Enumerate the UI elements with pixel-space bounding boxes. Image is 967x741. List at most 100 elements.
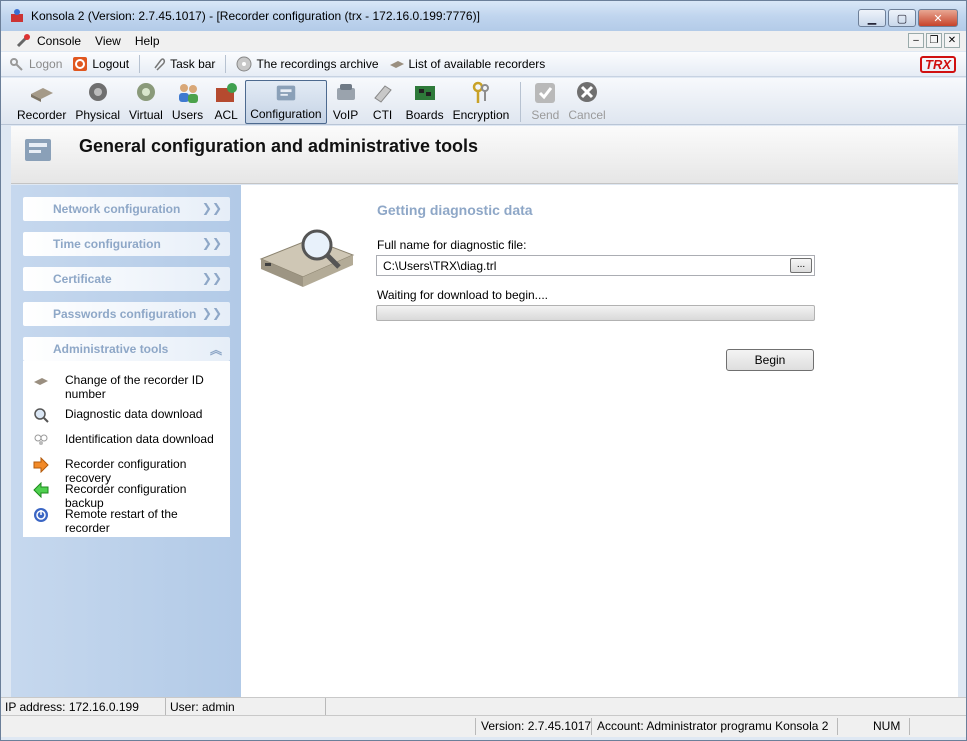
chevron-down-icon: ❯❯	[201, 236, 222, 250]
status-bar-bottom: Version: 2.7.45.1017 Account: Administra…	[1, 715, 966, 737]
chevron-up-icon: ︽	[209, 343, 222, 357]
cti-icon	[373, 85, 392, 103]
task-config-recovery[interactable]: Recorder configuration recovery	[33, 457, 223, 485]
logout-button[interactable]: Logout	[72, 56, 129, 72]
close-button[interactable]: ✕	[918, 9, 958, 27]
toolbar-users[interactable]: Users	[168, 80, 207, 124]
recorders-list-button[interactable]: List of available recorders	[389, 56, 545, 72]
virtual-speaker-icon	[136, 83, 155, 101]
mdi-minimize-button[interactable]: –	[908, 33, 924, 48]
sidebar-section-admin-tools[interactable]: Administrative tools ︽	[23, 337, 230, 361]
window-title: Konsola 2 (Version: 2.7.45.1017) - [Reco…	[31, 9, 480, 23]
chevron-down-icon: ❯❯	[201, 201, 222, 215]
ip-address-status: IP address: 172.16.0.199	[1, 698, 166, 715]
main-content: Getting diagnostic data Full name for di…	[241, 185, 958, 697]
app-icon	[11, 9, 23, 22]
mdi-restore-button[interactable]: ❐	[926, 33, 942, 48]
toolbar-boards[interactable]: Boards	[402, 80, 448, 124]
toolbar-virtual[interactable]: Virtual	[125, 80, 167, 124]
page-header: General configuration and administrative…	[11, 126, 958, 184]
sidebar-section-passwords[interactable]: Passwords configuration ❯❯	[23, 302, 230, 326]
restart-icon	[34, 508, 48, 522]
menu-help[interactable]: Help	[135, 34, 160, 48]
trx-logo: TRX	[920, 56, 956, 73]
sidebar-section-certificate[interactable]: Certificate ❯❯	[23, 267, 230, 291]
console-menu-icon	[16, 34, 30, 48]
task-remote-restart[interactable]: Remote restart of the recorder	[33, 507, 223, 535]
toolbar-cancel[interactable]: Cancel	[564, 80, 609, 124]
toolbar-recorder[interactable]: Recorder	[13, 80, 70, 124]
toolbar-configuration[interactable]: Configuration	[245, 80, 327, 124]
toolbar-physical[interactable]: Physical	[71, 80, 124, 124]
toolbar-cti[interactable]: CTI	[365, 80, 401, 124]
user-status: User: admin	[166, 698, 326, 715]
divider	[837, 718, 838, 735]
key-icon	[10, 58, 23, 71]
task-identification-download[interactable]: Identification data download	[33, 432, 223, 448]
divider	[591, 718, 592, 735]
title-bar: Konsola 2 (Version: 2.7.45.1017) - [Reco…	[1, 1, 966, 31]
task-diagnostic-download[interactable]: Diagnostic data download	[33, 407, 223, 423]
download-status-text: Waiting for download to begin....	[377, 288, 548, 302]
divider	[475, 718, 476, 735]
logon-button[interactable]: Logon	[9, 56, 62, 72]
download-progress-bar	[376, 305, 815, 321]
diagnostic-device-icon	[259, 229, 355, 287]
file-name-label: Full name for diagnostic file:	[377, 238, 527, 252]
menu-console[interactable]: Console	[37, 34, 81, 48]
speaker-icon	[88, 83, 107, 101]
divider	[909, 718, 910, 735]
num-lock-status: NUM	[873, 719, 901, 733]
firewall-icon	[216, 83, 238, 102]
task-config-backup[interactable]: Recorder configuration backup	[33, 482, 223, 510]
minimize-button[interactable]: ▁	[858, 9, 886, 27]
mdi-controls: – ❐ ✕	[908, 33, 960, 48]
status-bar-top: IP address: 172.16.0.199 User: admin	[1, 697, 966, 715]
diagnostic-file-input[interactable]: C:\Users\TRX\diag.trl	[376, 255, 815, 276]
chevron-down-icon: ❯❯	[201, 306, 222, 320]
identification-icon	[34, 434, 48, 445]
chevron-down-icon: ❯❯	[201, 271, 222, 285]
sidebar-section-network[interactable]: Network configuration ❯❯	[23, 197, 230, 221]
arrow-right-icon	[33, 457, 49, 473]
users-icon	[178, 84, 198, 103]
circuit-board-icon	[414, 86, 435, 100]
sidebar: Network configuration ❯❯ Time configurat…	[11, 185, 241, 697]
admin-tools-panel: Change of the recorder ID number Diagnos…	[23, 361, 230, 537]
separator	[520, 82, 522, 122]
browse-button[interactable]: ...	[790, 258, 812, 273]
task-change-recorder-id[interactable]: Change of the recorder ID number	[33, 373, 223, 401]
quick-bar: Logon Logout Task bar The recordings arc…	[1, 52, 966, 77]
cancel-icon	[577, 82, 598, 102]
checkmark-icon	[535, 83, 556, 103]
app-window: Konsola 2 (Version: 2.7.45.1017) - [Reco…	[0, 0, 967, 741]
keys-icon	[472, 81, 489, 103]
recorder-icon	[389, 61, 404, 68]
voip-phone-icon	[336, 84, 355, 100]
toolbar-send[interactable]: Send	[527, 80, 563, 124]
configuration-icon	[276, 85, 296, 101]
magnifier-icon	[34, 408, 49, 423]
version-status: Version: 2.7.45.1017	[481, 719, 592, 733]
menu-view[interactable]: View	[95, 34, 121, 48]
separator	[225, 55, 227, 73]
taskbar-button[interactable]: Task bar	[150, 56, 215, 72]
page-title: General configuration and administrative…	[79, 136, 479, 156]
account-status: Account: Administrator programu Konsola …	[597, 719, 829, 733]
separator	[139, 55, 141, 73]
toolbar-acl[interactable]: ACL	[208, 80, 244, 124]
window-controls: ▁ ▢ ✕	[858, 9, 958, 27]
section-title: Getting diagnostic data	[377, 202, 533, 218]
disc-icon	[236, 56, 252, 72]
maximize-button[interactable]: ▢	[888, 9, 916, 27]
recordings-archive-button[interactable]: The recordings archive	[236, 56, 379, 72]
toolbar-voip[interactable]: VoIP	[328, 80, 364, 124]
sidebar-section-time[interactable]: Time configuration ❯❯	[23, 232, 230, 256]
configuration-icon	[25, 139, 51, 161]
toolbar-encryption[interactable]: Encryption	[449, 80, 514, 124]
begin-button[interactable]: Begin	[726, 349, 814, 371]
mdi-close-button[interactable]: ✕	[944, 33, 960, 48]
recorder-icon	[30, 88, 53, 102]
recorder-icon	[34, 378, 48, 385]
main-toolbar: Recorder Physical Virtual Users ACL Conf…	[1, 78, 966, 125]
